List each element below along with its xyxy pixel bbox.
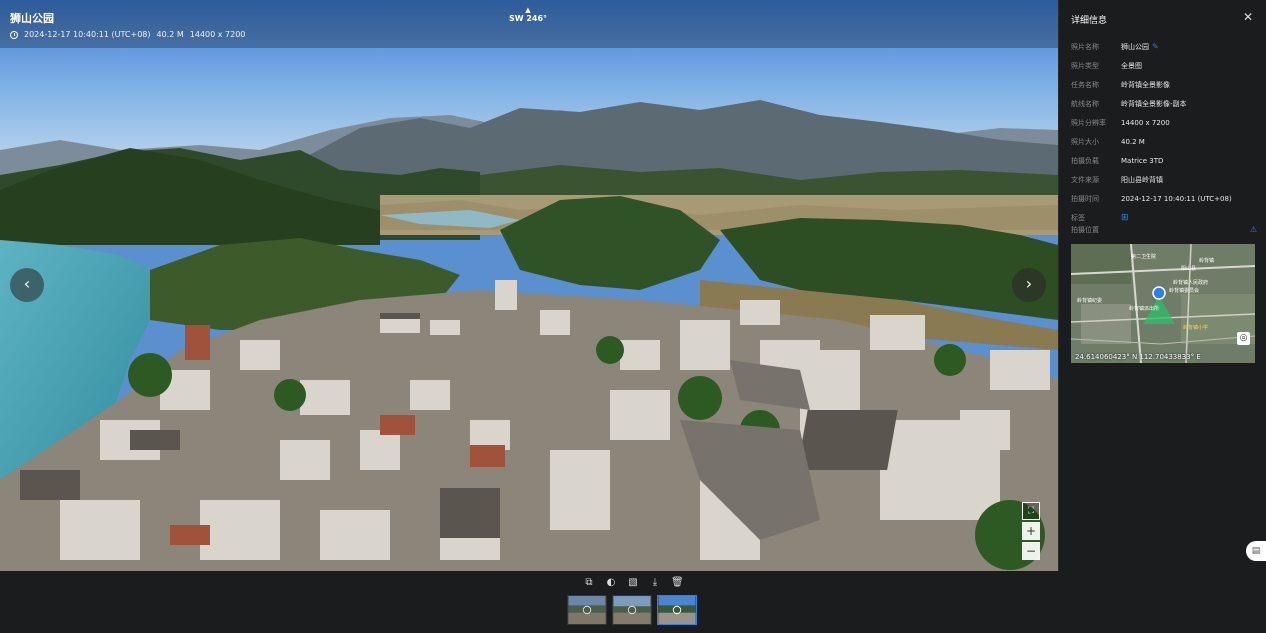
thumbnail[interactable]	[612, 595, 652, 625]
detail-value: Matrice 3TD	[1121, 156, 1164, 165]
map-place-label: 岭背镇人民政府	[1173, 279, 1208, 286]
panorama-image[interactable]	[0, 0, 1058, 571]
detail-row-photo-name: 照片名称 狮山公园 ✎	[1071, 37, 1257, 56]
photo-name-value: 狮山公园	[1121, 42, 1149, 51]
map-place-label: 岭背镇派出所	[1129, 305, 1159, 312]
detail-row-source: 文件来源 阳山县岭背镇	[1071, 170, 1257, 189]
map-image: 岭背镇 阳山县 第二卫生院 岭背镇人民政府 岭背镇委员会 岭背镇纪委 岭背镇派出…	[1071, 244, 1255, 363]
detail-row-task-name: 任务名称 岭背镇全景影像	[1071, 75, 1257, 94]
detail-list: 照片名称 狮山公园 ✎ 照片类型 全景图 任务名称 岭背镇全景影像 航线名称 岭背…	[1071, 37, 1257, 227]
map-place-label: 第二卫生院	[1131, 253, 1156, 260]
photo-title: 狮山公园	[10, 12, 54, 25]
thumbnail[interactable]	[567, 595, 607, 625]
detail-row-route-name: 航线名称 岭背镇全景影像-副本	[1071, 94, 1257, 113]
download-icon[interactable]: ⤓	[649, 577, 661, 589]
next-photo-button[interactable]: ›	[1012, 268, 1046, 302]
bottom-toolbar: ⧉ ◐ ▧ ⤓ 🗑	[0, 571, 1266, 633]
detail-label: 照片名称	[1071, 42, 1099, 51]
photo-coordinates: 24.614060423° N 112.70433833° E	[1075, 353, 1201, 361]
delete-icon[interactable]: 🗑	[671, 577, 684, 589]
detail-label: 任务名称	[1071, 80, 1099, 89]
compass: ▲ SW 246°	[508, 6, 548, 23]
detail-panel: 详细信息 ✕ 照片名称 狮山公园 ✎ 照片类型 全景图 任务名称 岭背镇全景影像 …	[1058, 0, 1266, 571]
panorama-viewer[interactable]: 狮山公园 2024-12-17 10:40:11 (UTC+08) 40.2 M…	[0, 0, 1058, 571]
add-tag-icon[interactable]: ⊞	[1121, 213, 1129, 223]
warning-icon[interactable]: ⚠	[1250, 225, 1257, 235]
detail-label: 标签	[1071, 213, 1085, 222]
detail-value: 全景图	[1121, 61, 1142, 70]
compass-arrow-icon: ▲	[525, 6, 531, 14]
detail-label: 照片分辨率	[1071, 118, 1106, 127]
detail-value: 岭背镇全景影像	[1121, 80, 1170, 89]
hide-icon[interactable]: ◐	[605, 577, 617, 589]
detail-value: ⊞	[1121, 213, 1257, 223]
zoom-out-button[interactable]: −	[1022, 542, 1040, 560]
compass-heading: SW 246°	[508, 14, 548, 23]
detail-label: 拍摄负载	[1071, 156, 1099, 165]
edit-pencil-icon[interactable]: ✎	[1152, 42, 1159, 51]
photo-datetime: 2024-12-17 10:40:11 (UTC+08)	[24, 30, 151, 39]
location-map[interactable]: 岭背镇 阳山县 第二卫生院 岭背镇人民政府 岭背镇委员会 岭背镇纪委 岭背镇派出…	[1071, 244, 1255, 363]
compare-icon[interactable]: ⧉	[583, 577, 595, 589]
detail-value: 2024-12-17 10:40:11 (UTC+08)	[1121, 194, 1232, 203]
detail-value: 岭背镇全景影像-副本	[1121, 99, 1187, 108]
detail-label: 航线名称	[1071, 99, 1099, 108]
location-header: 拍摄位置 ⚠	[1071, 225, 1257, 235]
panel-title: 详细信息	[1071, 16, 1108, 26]
map-place-label: 岭背镇	[1199, 257, 1214, 264]
previous-photo-button[interactable]: ‹	[10, 268, 44, 302]
locate-icon[interactable]: ◎	[1237, 332, 1250, 345]
thumbnail-strip	[567, 595, 697, 625]
close-icon[interactable]: ✕	[1243, 10, 1253, 24]
tool-group: ⧉ ◐ ▧ ⤓ 🗑	[583, 577, 683, 589]
detail-row-size: 照片大小 40.2 M	[1071, 132, 1257, 151]
detail-label: 照片类型	[1071, 61, 1099, 70]
app-root: 狮山公园 2024-12-17 10:40:11 (UTC+08) 40.2 M…	[0, 0, 1266, 633]
location-label: 拍摄位置	[1071, 226, 1099, 234]
detail-row-photo-type: 照片类型 全景图	[1071, 56, 1257, 75]
detail-label: 照片大小	[1071, 137, 1099, 146]
map-place-label: 岭背镇委员会	[1169, 287, 1199, 294]
detail-value: 阳山县岭背镇	[1121, 175, 1163, 184]
thumbnail-active[interactable]	[657, 595, 697, 625]
chat-icon[interactable]: ▤	[1246, 541, 1266, 561]
detail-row-payload: 拍摄负载 Matrice 3TD	[1071, 151, 1257, 170]
map-place-label: 岭背镇小学	[1183, 324, 1208, 331]
photo-resolution: 14400 x 7200	[189, 30, 246, 39]
detail-row-resolution: 照片分辨率 14400 x 7200	[1071, 113, 1257, 132]
map-place-label: 岭背镇纪委	[1077, 297, 1102, 304]
detail-label: 拍摄时间	[1071, 194, 1099, 203]
fullscreen-button[interactable]: ⛶	[1022, 502, 1040, 520]
overlay-icon[interactable]: ▧	[627, 577, 639, 589]
detail-value: 14400 x 7200	[1121, 118, 1170, 127]
map-place-label: 阳山县	[1181, 265, 1196, 272]
detail-label: 文件来源	[1071, 175, 1099, 184]
detail-value: 40.2 M	[1121, 137, 1145, 146]
photo-meta: 2024-12-17 10:40:11 (UTC+08) 40.2 M 1440…	[10, 30, 245, 39]
clock-icon	[10, 30, 18, 39]
photo-size: 40.2 M	[156, 30, 184, 39]
zoom-controls: ⛶ + −	[1022, 502, 1040, 562]
detail-row-time: 拍摄时间 2024-12-17 10:40:11 (UTC+08)	[1071, 189, 1257, 208]
detail-value: 狮山公园 ✎	[1121, 42, 1257, 52]
zoom-in-button[interactable]: +	[1022, 522, 1040, 540]
